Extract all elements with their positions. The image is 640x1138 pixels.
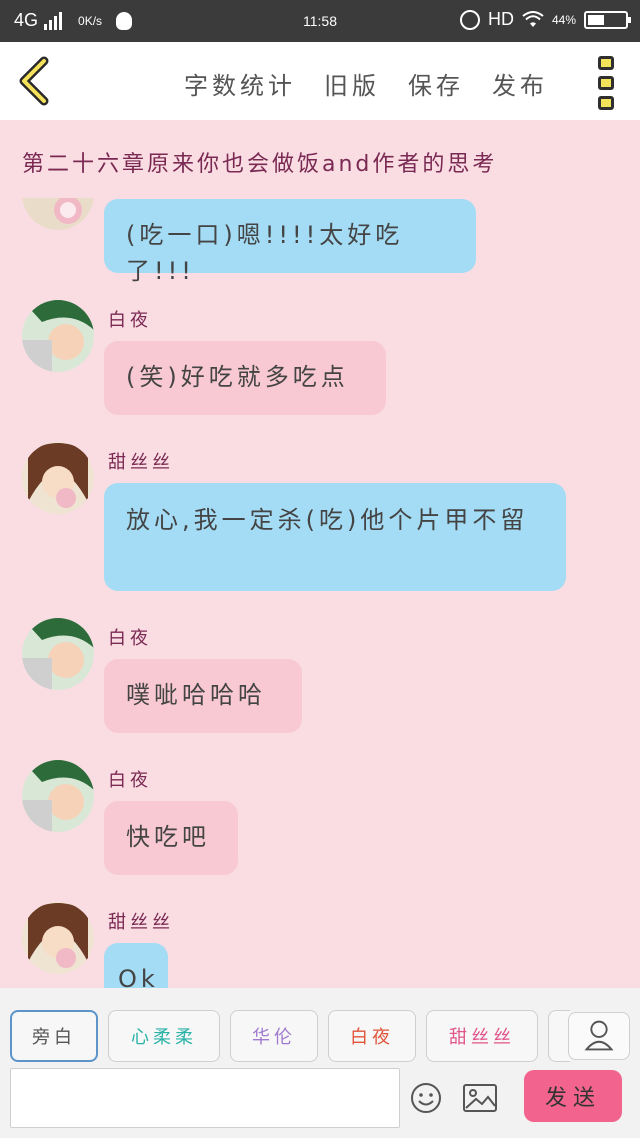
speaker-name: 白夜: [108, 628, 152, 649]
role-chip-label: 心柔柔: [131, 1027, 197, 1048]
message-input[interactable]: [10, 1068, 400, 1128]
hd-label: HD: [487, 9, 514, 29]
battery-icon: [584, 10, 631, 29]
role-selector: 旁白 心柔柔 华伦 白夜 甜丝丝: [10, 1010, 570, 1062]
alarm-icon: [459, 9, 480, 30]
avatar[interactable]: [22, 902, 94, 974]
message-bubble: 快吃吧: [104, 801, 238, 875]
avatar[interactable]: [22, 442, 94, 514]
avatar[interactable]: [22, 760, 94, 832]
message-bubble: 放心,我一定杀(吃)他个片甲不留: [104, 483, 566, 591]
save-button[interactable]: 保存: [408, 66, 464, 101]
smiley-icon[interactable]: [410, 1082, 442, 1114]
role-chip-label: 旁白: [32, 1027, 76, 1048]
role-chip[interactable]: 白夜: [328, 1010, 416, 1062]
message-bubble: (笑)好吃就多吃点: [104, 341, 386, 415]
avatar[interactable]: [22, 300, 94, 372]
role-chip[interactable]: 心柔柔: [108, 1010, 220, 1062]
role-chip[interactable]: 甜丝丝: [426, 1010, 538, 1062]
chapter-title: 第二十六章原来你也会做饭and作者的思考: [22, 152, 498, 177]
status-bar: 4G 0K/s 11:58 HD 44%: [0, 0, 640, 42]
message-bubble: (吃一口)嗯!!!!太好吃了!!!: [104, 199, 476, 285]
header-actions: 字数统计 旧版 保存 发布: [184, 66, 548, 101]
wifi-icon: [522, 10, 544, 27]
chevron-left-icon[interactable]: [14, 56, 54, 106]
role-chip-label: 白夜: [350, 1027, 394, 1048]
more-menu-icon[interactable]: [598, 56, 618, 110]
avatar[interactable]: [22, 618, 94, 690]
speaker-name: 白夜: [108, 770, 152, 791]
user-icon[interactable]: [568, 1012, 630, 1060]
role-chip-label: 甜丝丝: [449, 1027, 515, 1048]
top-bar: 字数统计 旧版 保存 发布: [0, 42, 640, 120]
composer-panel: 旁白 心柔柔 华伦 白夜 甜丝丝 发送: [0, 988, 640, 1138]
old-version-button[interactable]: 旧版: [324, 66, 380, 101]
battery-percent: 44%: [551, 12, 576, 27]
role-chip[interactable]: 旁白: [10, 1010, 98, 1062]
status-right: HD 44%: [459, 9, 631, 30]
send-button[interactable]: 发送: [524, 1070, 622, 1122]
speaker-name: 甜丝丝: [108, 452, 174, 473]
role-chip-partial[interactable]: [548, 1010, 570, 1062]
word-count-button[interactable]: 字数统计: [184, 66, 296, 101]
message-bubble: 噗呲哈哈哈: [104, 659, 302, 733]
role-chip[interactable]: 华伦: [230, 1010, 318, 1062]
role-chip-label: 华伦: [252, 1027, 296, 1048]
speaker-name: 甜丝丝: [108, 912, 174, 933]
speaker-name: 白夜: [108, 310, 152, 331]
battery-fill: [588, 14, 604, 25]
publish-button[interactable]: 发布: [492, 66, 548, 101]
image-icon[interactable]: [462, 1082, 498, 1114]
